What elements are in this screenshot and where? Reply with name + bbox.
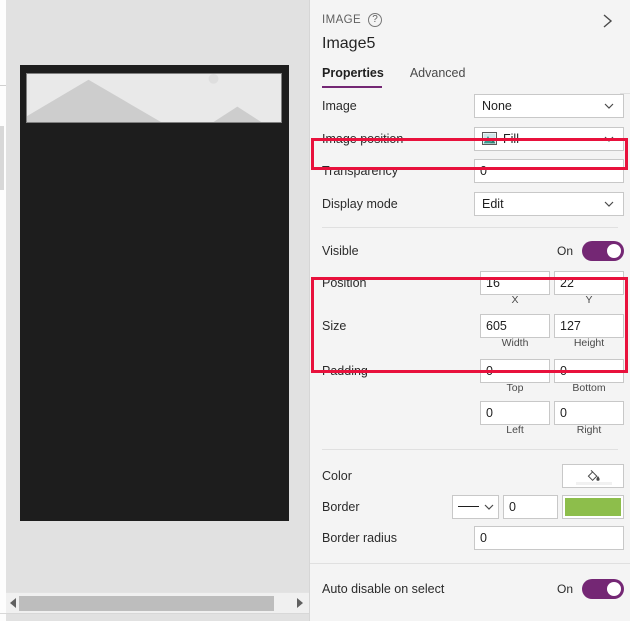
image-dropdown[interactable]: None	[474, 93, 624, 118]
position-x-input[interactable]	[480, 270, 550, 295]
border-style-dropdown[interactable]	[452, 494, 499, 519]
image-position-control: Fill	[474, 126, 624, 151]
color-picker-button[interactable]	[562, 463, 624, 488]
display-mode-control: Edit	[474, 191, 624, 216]
left-rail-divider	[0, 85, 6, 86]
scroll-right-arrow-icon[interactable]	[297, 598, 303, 608]
auto-disable-toggle[interactable]	[582, 579, 624, 599]
property-rows: Image None Image position Fill Transpare…	[310, 89, 630, 605]
display-mode-value: Edit	[482, 196, 504, 211]
border-control	[452, 494, 624, 519]
panel-kicker-row: IMAGE ?	[322, 13, 614, 27]
label-padding: Padding	[322, 363, 368, 378]
size-height-input[interactable]	[554, 313, 624, 338]
toggle-knob	[607, 244, 621, 258]
row-position: Position	[310, 267, 630, 298]
label-color: Color	[322, 468, 352, 483]
image-position-value: Fill	[503, 131, 519, 146]
border-thickness-input[interactable]	[503, 494, 558, 519]
label-border-radius: Border radius	[322, 530, 398, 545]
padding-left-input[interactable]	[480, 400, 550, 425]
control-name: Image5	[322, 35, 376, 52]
chevron-down-icon	[483, 501, 495, 513]
auto-disable-toggle-state: On	[556, 582, 573, 596]
app-canvas[interactable]	[0, 0, 310, 621]
row-border: Border	[310, 491, 630, 522]
row-padding-lr	[310, 397, 630, 428]
label-border: Border	[322, 499, 360, 514]
row-size: Size	[310, 310, 630, 341]
canvas-horizontal-scrollbar[interactable]	[6, 592, 310, 613]
display-mode-dropdown[interactable]: Edit	[474, 191, 624, 216]
size-width-input[interactable]	[480, 313, 550, 338]
row-padding: Padding	[310, 355, 630, 386]
solid-line-icon	[458, 506, 479, 507]
color-control	[562, 463, 624, 488]
divider-after-display-mode	[322, 227, 618, 228]
label-transparency: Transparency	[322, 164, 398, 178]
position-y-input[interactable]	[554, 270, 624, 295]
image-dropdown-value: None	[482, 98, 512, 113]
padding-bottom-input[interactable]	[554, 358, 624, 383]
row-display-mode: Display mode Edit	[310, 187, 630, 220]
label-position: Position	[322, 275, 367, 290]
label-image: Image	[322, 98, 357, 113]
divider-after-border-radius	[310, 563, 630, 564]
chevron-down-icon	[603, 133, 615, 145]
row-image: Image None	[310, 89, 630, 122]
auto-disable-toggle-wrap: On	[557, 579, 624, 599]
row-image-position: Image position Fill	[310, 122, 630, 155]
row-border-radius: Border radius	[310, 522, 630, 553]
label-visible: Visible	[322, 244, 359, 258]
label-auto-disable: Auto disable on select	[322, 582, 445, 596]
transparency-input[interactable]	[474, 159, 624, 183]
padding-control-top	[480, 358, 624, 383]
label-image-position: Image position	[322, 131, 404, 146]
image-control: None	[474, 93, 624, 118]
canvas-bottom-divider	[0, 613, 310, 614]
row-auto-disable: Auto disable on select On	[310, 573, 630, 605]
chevron-down-icon	[603, 100, 615, 112]
panel-tabs: Properties Advanced	[322, 66, 630, 88]
image-placeholder-mountains[interactable]	[26, 73, 282, 123]
scrollbar-thumb[interactable]	[19, 596, 274, 611]
visible-toggle[interactable]	[582, 241, 624, 261]
label-display-mode: Display mode	[322, 196, 398, 211]
transparency-control	[474, 159, 624, 183]
panel-header: IMAGE ? Image5	[310, 0, 630, 53]
row-transparency: Transparency	[310, 155, 630, 187]
color-preview-bar	[576, 481, 612, 485]
border-color-swatch	[565, 497, 621, 516]
app-screen-preview[interactable]	[20, 65, 289, 521]
mountains-icon	[27, 74, 281, 122]
scroll-left-arrow-icon[interactable]	[10, 598, 16, 608]
size-control	[480, 313, 624, 338]
tab-properties[interactable]: Properties	[322, 66, 384, 88]
help-icon[interactable]: ?	[368, 13, 383, 27]
power-apps-editor: IMAGE ? Image5 Properties Advanced Image…	[0, 0, 630, 621]
label-size: Size	[322, 318, 347, 333]
image-position-dropdown[interactable]: Fill	[474, 126, 624, 151]
left-rail	[0, 0, 6, 621]
border-radius-control	[474, 525, 624, 550]
row-color: Color	[310, 460, 630, 491]
panel-kicker: IMAGE	[322, 14, 362, 26]
chevron-down-icon	[603, 198, 615, 210]
chevron-right-icon[interactable]	[596, 10, 618, 32]
padding-top-input[interactable]	[480, 358, 550, 383]
toggle-knob	[607, 582, 621, 596]
border-radius-input[interactable]	[474, 525, 624, 550]
visible-toggle-state: On	[556, 244, 573, 258]
visible-toggle-wrap: On	[557, 241, 624, 261]
padding-right-input[interactable]	[554, 400, 624, 425]
tab-advanced[interactable]: Advanced	[410, 66, 466, 88]
divider-after-padding	[322, 449, 618, 450]
border-color-swatch-button[interactable]	[562, 494, 624, 519]
row-visible: Visible On	[310, 235, 630, 267]
left-rail-tab[interactable]	[0, 126, 4, 190]
properties-panel: IMAGE ? Image5 Properties Advanced Image…	[310, 0, 630, 621]
position-control	[480, 270, 624, 295]
padding-control-left	[480, 400, 624, 425]
picture-icon	[482, 132, 497, 145]
